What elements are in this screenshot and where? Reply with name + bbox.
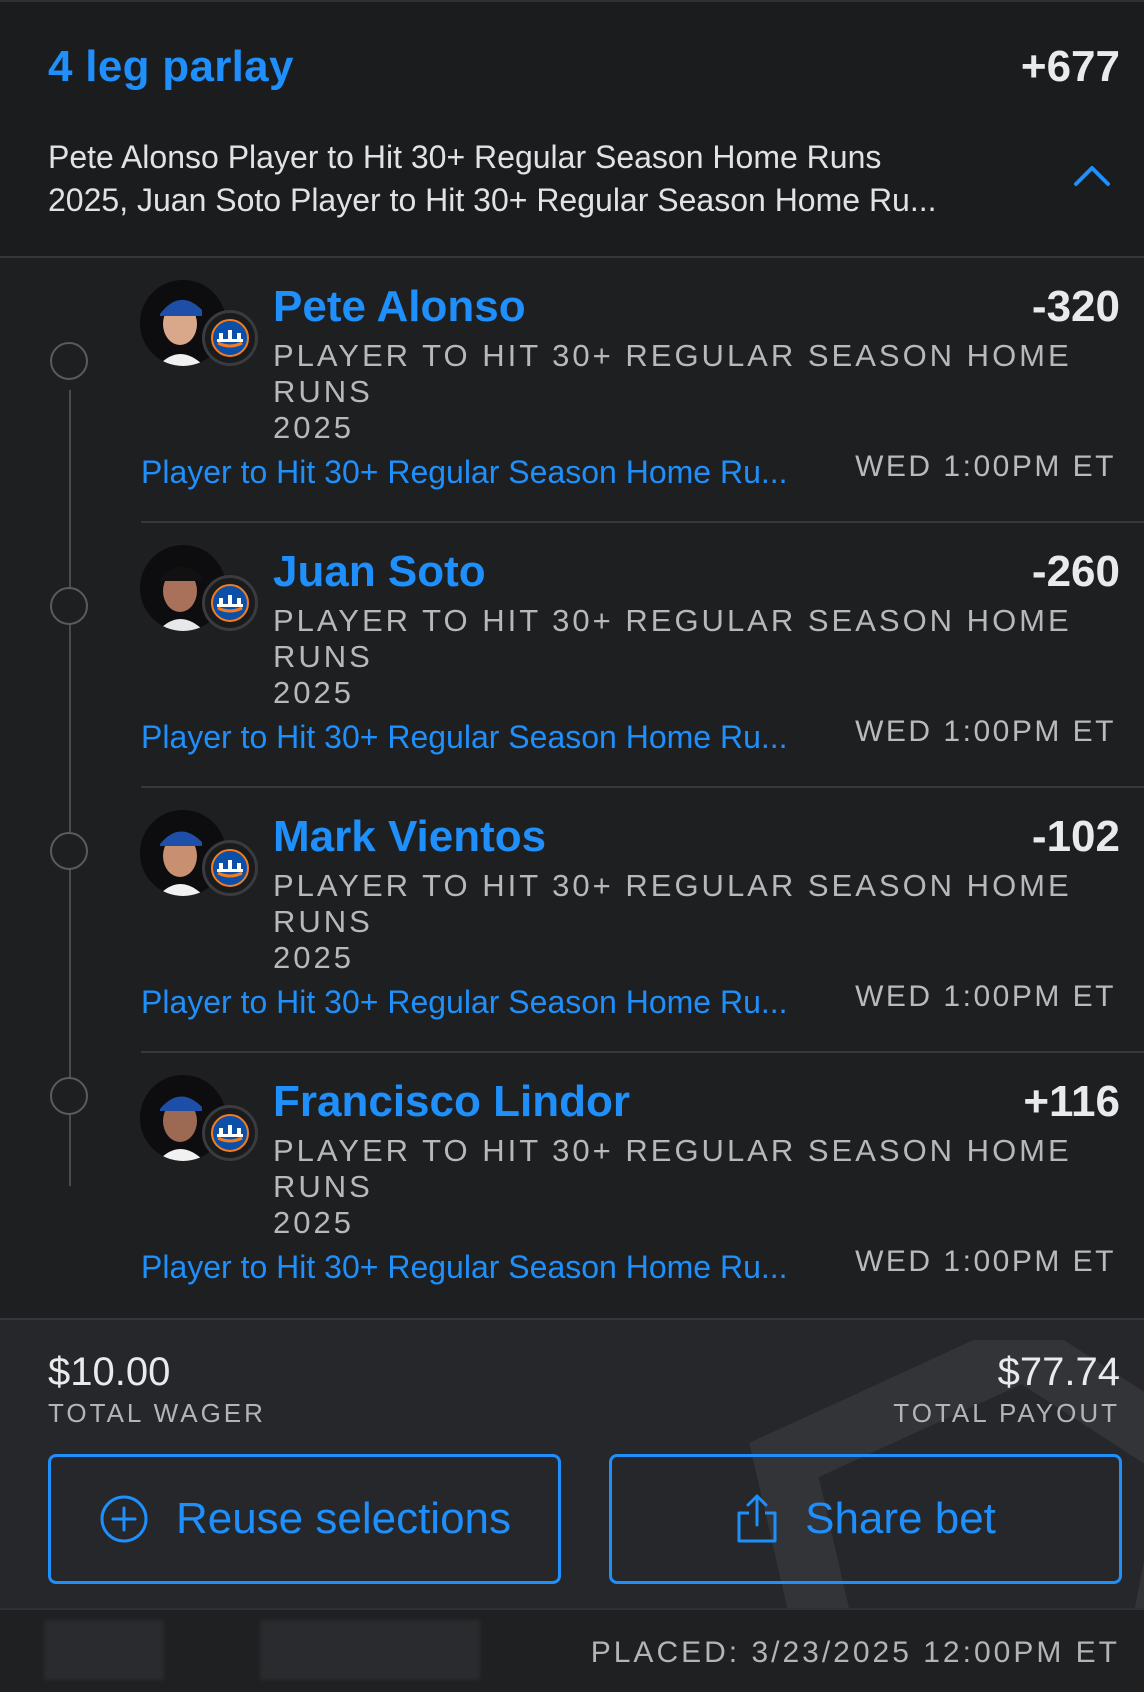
- market-link[interactable]: Player to Hit 30+ Regular Season Home Ru…: [141, 454, 788, 491]
- parlay-title: 4 leg parlay: [48, 42, 294, 91]
- total-payout-amount: $77.74: [997, 1350, 1120, 1394]
- leg-odds: -102: [1031, 812, 1120, 861]
- market-line: 2025: [273, 1205, 354, 1240]
- bet-card: 4 leg parlay +677 Pete Alonso Player to …: [0, 0, 1144, 1692]
- parlay-summary: Pete Alonso Player to Hit 30+ Regular Se…: [48, 136, 1028, 222]
- game-time: WED 1:00PM ET: [855, 980, 1116, 1013]
- leg-odds: -260: [1031, 547, 1120, 596]
- market-line: PLAYER TO HIT 30+ REGULAR SEASON HOME RU…: [273, 1133, 1072, 1204]
- market-name: PLAYER TO HIT 30+ REGULAR SEASON HOME RU…: [273, 1133, 1103, 1241]
- leg-odds: -320: [1031, 282, 1120, 331]
- player-name: Juan Soto: [273, 547, 486, 596]
- leg-mark-vientos[interactable]: Mark Vientos -102 PLAYER TO HIT 30+ REGU…: [0, 788, 1144, 1053]
- parlay-header[interactable]: 4 leg parlay +677 Pete Alonso Player to …: [0, 0, 1144, 258]
- bet-footer: $10.00 TOTAL WAGER $77.74 TOTAL PAYOUT R…: [0, 1318, 1144, 1608]
- parlay-summary-line: Pete Alonso Player to Hit 30+ Regular Se…: [48, 139, 882, 175]
- plus-circle-icon: [100, 1495, 148, 1543]
- market-link[interactable]: Player to Hit 30+ Regular Season Home Ru…: [141, 1249, 788, 1286]
- placed-timestamp: PLACED: 3/23/2025 12:00PM ET: [590, 1636, 1120, 1669]
- player-name: Mark Vientos: [273, 812, 547, 861]
- total-wager-amount: $10.00: [48, 1350, 171, 1394]
- market-line: PLAYER TO HIT 30+ REGULAR SEASON HOME RU…: [273, 603, 1072, 674]
- mets-logo-icon: [202, 840, 258, 896]
- market-name: PLAYER TO HIT 30+ REGULAR SEASON HOME RU…: [273, 338, 1103, 446]
- market-name: PLAYER TO HIT 30+ REGULAR SEASON HOME RU…: [273, 868, 1103, 976]
- chevron-up-icon[interactable]: [1070, 160, 1114, 190]
- reuse-selections-button[interactable]: Reuse selections: [48, 1454, 561, 1584]
- total-wager-label: TOTAL WAGER: [48, 1398, 266, 1428]
- parlay-odds: +677: [1020, 42, 1120, 91]
- parlay-legs: Pete Alonso -320 PLAYER TO HIT 30+ REGUL…: [0, 258, 1144, 1318]
- mets-logo-icon: [202, 1105, 258, 1161]
- game-time: WED 1:00PM ET: [855, 1245, 1116, 1278]
- market-link[interactable]: Player to Hit 30+ Regular Season Home Ru…: [141, 984, 788, 1021]
- redacted-block: [260, 1620, 480, 1680]
- market-line: PLAYER TO HIT 30+ REGULAR SEASON HOME RU…: [273, 338, 1072, 409]
- market-line: 2025: [273, 675, 354, 710]
- parlay-summary-line: 2025, Juan Soto Player to Hit 30+ Regula…: [48, 182, 937, 218]
- redacted-block: [44, 1620, 164, 1680]
- share-icon: [737, 1494, 777, 1543]
- player-name: Francisco Lindor: [273, 1077, 630, 1126]
- game-time: WED 1:00PM ET: [855, 450, 1116, 483]
- leg-pete-alonso[interactable]: Pete Alonso -320 PLAYER TO HIT 30+ REGUL…: [0, 258, 1144, 523]
- market-link[interactable]: Player to Hit 30+ Regular Season Home Ru…: [141, 719, 788, 756]
- market-line: 2025: [273, 940, 354, 975]
- market-line: PLAYER TO HIT 30+ REGULAR SEASON HOME RU…: [273, 868, 1072, 939]
- leg-juan-soto[interactable]: Juan Soto -260 PLAYER TO HIT 30+ REGULAR…: [0, 523, 1144, 788]
- share-bet-label: Share bet: [805, 1494, 996, 1543]
- placed-bar: PLACED: 3/23/2025 12:00PM ET: [0, 1608, 1144, 1692]
- game-time: WED 1:00PM ET: [855, 715, 1116, 748]
- market-name: PLAYER TO HIT 30+ REGULAR SEASON HOME RU…: [273, 603, 1103, 711]
- total-payout-label: TOTAL PAYOUT: [893, 1398, 1120, 1428]
- share-bet-button[interactable]: Share bet: [609, 1454, 1122, 1584]
- market-line: 2025: [273, 410, 354, 445]
- mets-logo-icon: [202, 310, 258, 366]
- mets-logo-icon: [202, 575, 258, 631]
- leg-odds: +116: [1023, 1077, 1120, 1126]
- player-name: Pete Alonso: [273, 282, 526, 331]
- reuse-selections-label: Reuse selections: [175, 1494, 512, 1543]
- leg-francisco-lindor[interactable]: Francisco Lindor +116 PLAYER TO HIT 30+ …: [0, 1053, 1144, 1318]
